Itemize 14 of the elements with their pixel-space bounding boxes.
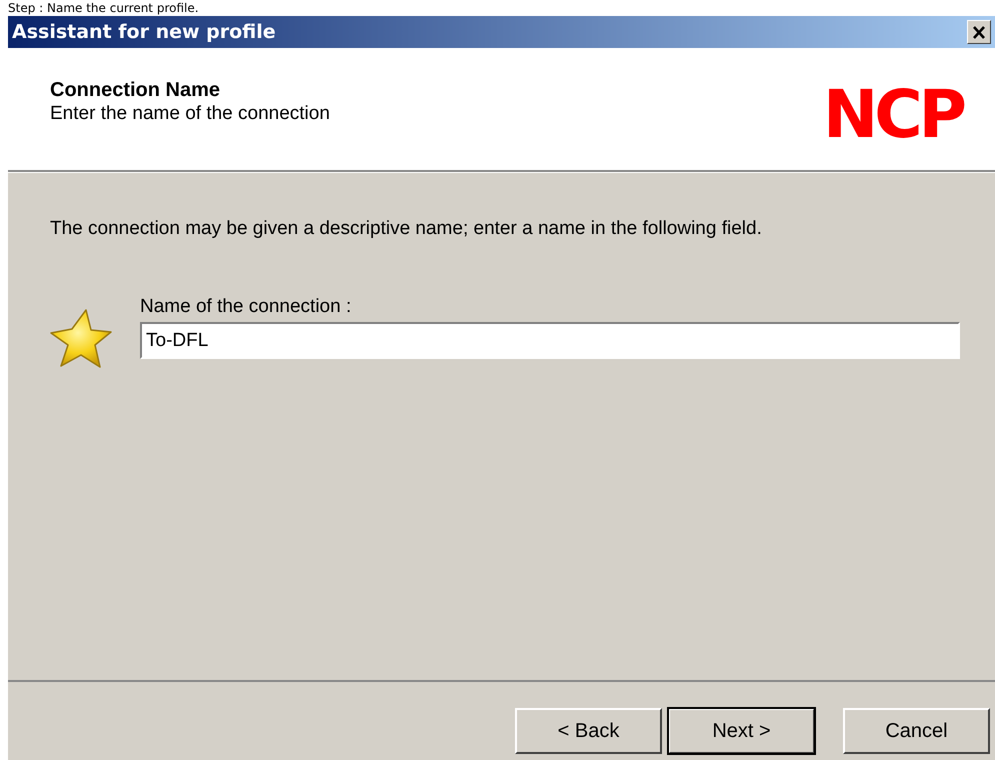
dialog-button[interactable]: Next > (668, 708, 815, 754)
star-icon (50, 308, 112, 370)
page-heading: Connection Name (50, 78, 222, 102)
window-title: Assistant for new profile (12, 21, 276, 43)
page-subtitle: Enter the name of the connection (50, 102, 330, 126)
close-button[interactable] (967, 20, 991, 44)
connection-name-field[interactable]: To-DFL (140, 322, 960, 359)
field-label: Name of the connection : (140, 296, 352, 318)
dialog-button[interactable]: Cancel (843, 708, 990, 754)
dialog-button[interactable]: < Back (515, 708, 662, 754)
description-text: The connection may be given a descriptive name; enter a name in the following field. (50, 218, 763, 240)
page-caption: Step : Name the current profile. (7, 0, 200, 16)
logo: NCP (822, 82, 963, 148)
close-icon (972, 26, 986, 38)
